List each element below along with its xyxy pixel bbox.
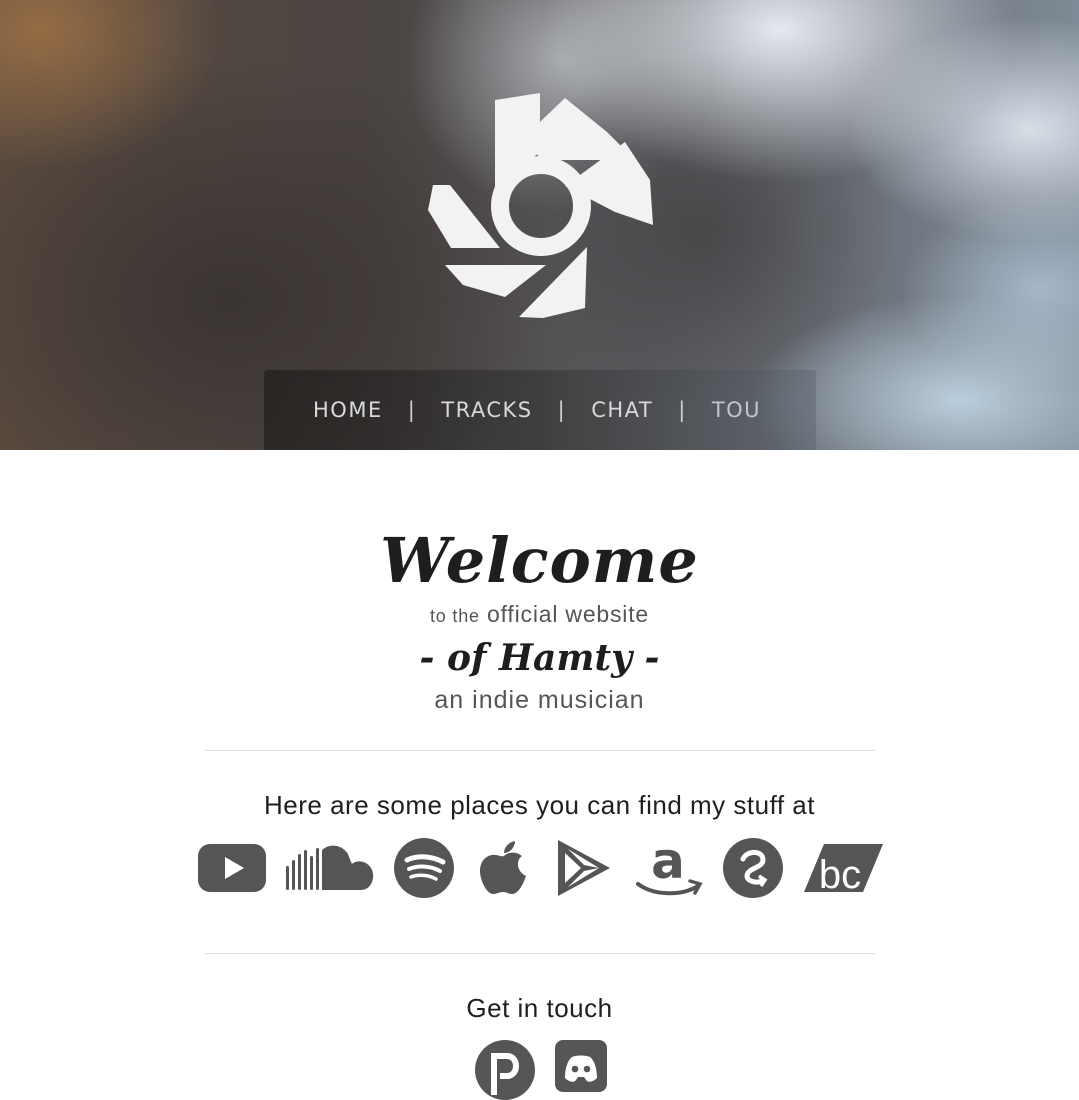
soundcloud-icon[interactable] bbox=[286, 844, 375, 892]
nav-separator: | bbox=[678, 398, 687, 422]
nav-tour[interactable]: TOU bbox=[712, 398, 761, 422]
hero-banner: HOME | TRACKS | CHAT | TOU bbox=[0, 0, 1079, 450]
nav-tracks[interactable]: TRACKS bbox=[441, 398, 532, 422]
contact-icons bbox=[0, 1040, 1079, 1100]
apple-music-icon[interactable] bbox=[480, 841, 528, 897]
amazon-icon[interactable]: a bbox=[632, 838, 704, 900]
deezer-icon[interactable] bbox=[723, 838, 783, 898]
discord-icon[interactable] bbox=[555, 1040, 607, 1092]
google-play-icon[interactable] bbox=[556, 838, 612, 898]
divider bbox=[204, 750, 876, 751]
aperture-logo-icon bbox=[428, 93, 653, 318]
patreon-icon[interactable] bbox=[475, 1040, 535, 1100]
nav-separator: | bbox=[407, 398, 417, 422]
nav-home[interactable]: HOME bbox=[313, 398, 383, 422]
nav-chat[interactable]: CHAT bbox=[591, 398, 653, 422]
nav-separator: | bbox=[557, 398, 567, 422]
svg-text:bc: bc bbox=[819, 853, 861, 892]
spotify-icon[interactable] bbox=[394, 838, 454, 898]
store-icons: a bc bbox=[0, 836, 1079, 902]
welcome-subtitle-main: official website bbox=[487, 601, 649, 627]
divider bbox=[204, 953, 876, 954]
stores-heading: Here are some places you can find my stu… bbox=[264, 790, 815, 820]
welcome-subtitle-small: to the bbox=[430, 606, 480, 626]
welcome-title: Welcome bbox=[380, 524, 699, 597]
svg-text:a: a bbox=[651, 838, 685, 890]
youtube-icon[interactable] bbox=[198, 844, 266, 892]
welcome-subtitle: to the official website bbox=[0, 600, 1079, 630]
welcome-section: Welcome to the official website - of Ham… bbox=[0, 522, 1079, 714]
main-nav: HOME | TRACKS | CHAT | TOU bbox=[264, 370, 816, 450]
contact-heading: Get in touch bbox=[466, 993, 613, 1023]
artist-name: - of Hamty - bbox=[419, 637, 660, 679]
bandcamp-icon[interactable]: bc bbox=[804, 844, 884, 892]
welcome-tagline: an indie musician bbox=[434, 686, 645, 714]
